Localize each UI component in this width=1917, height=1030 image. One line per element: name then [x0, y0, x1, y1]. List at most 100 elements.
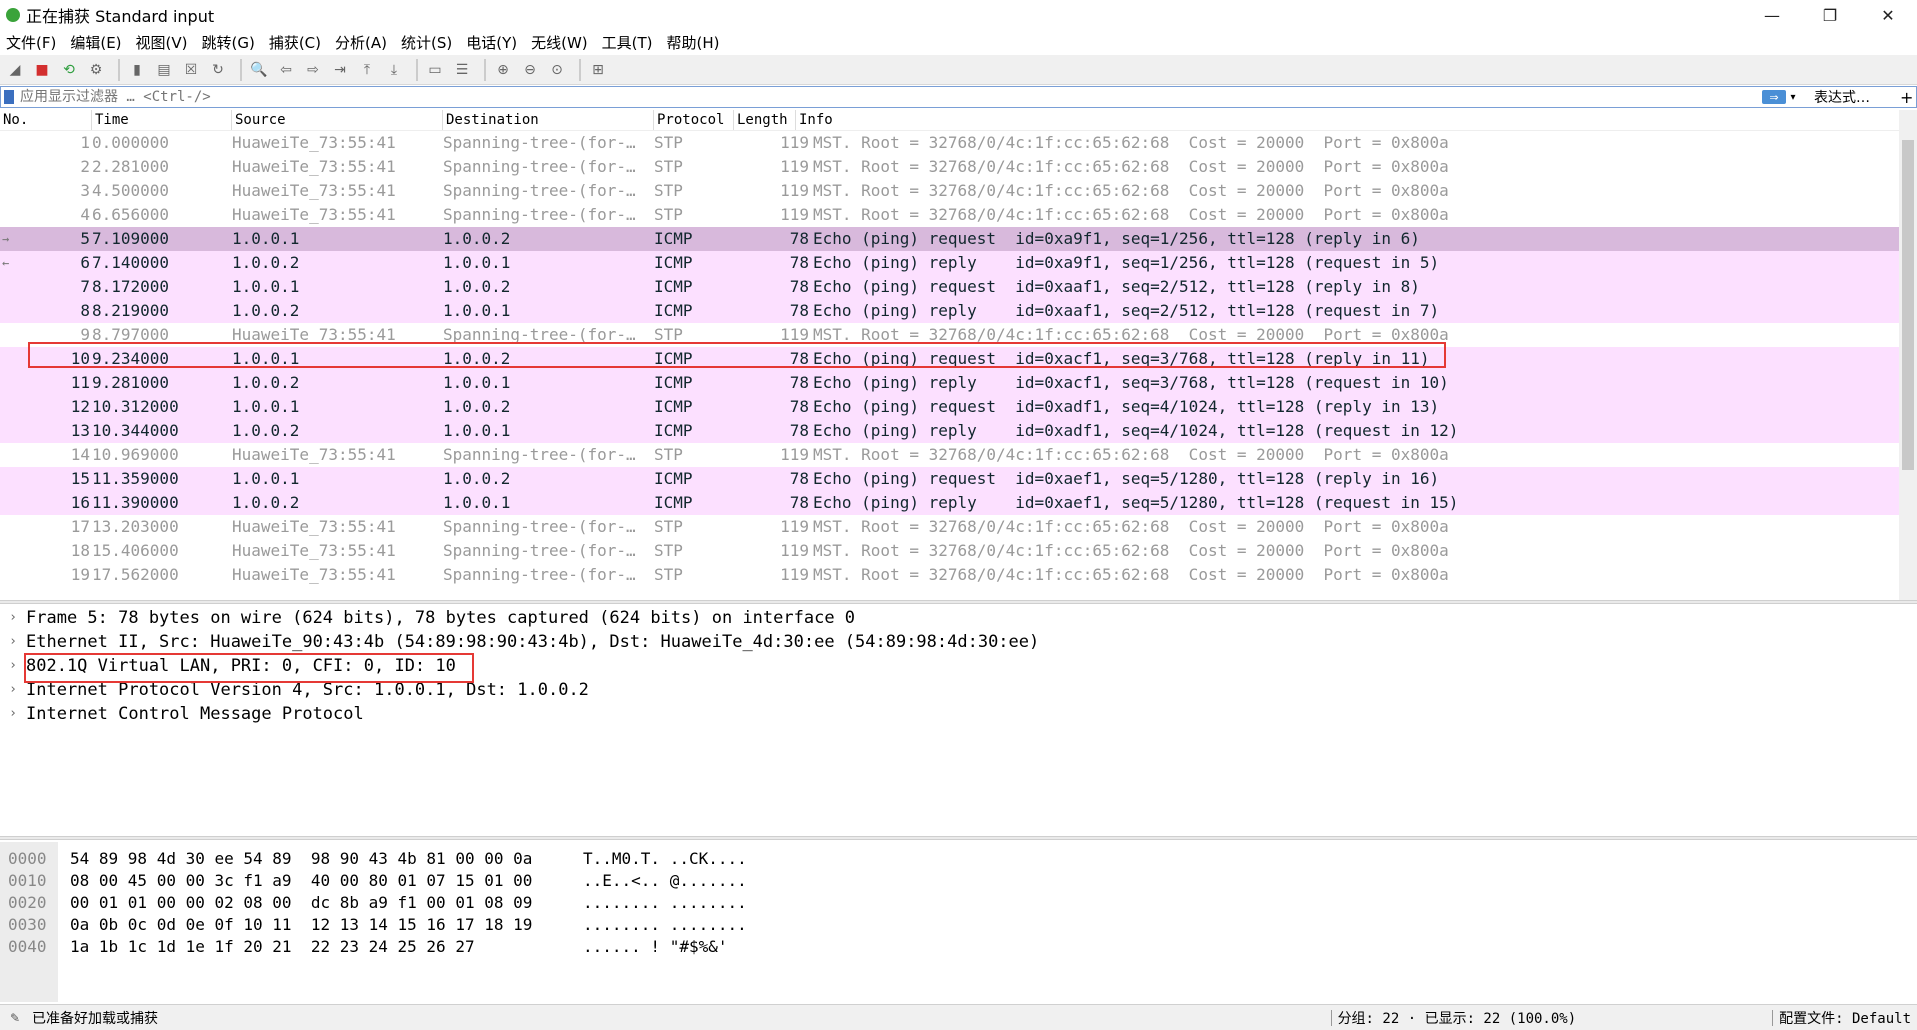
- hex-offset[interactable]: 0010: [8, 870, 47, 892]
- menu-help[interactable]: 帮助(H): [661, 32, 728, 53]
- packet-list-scrollbar[interactable]: [1899, 110, 1917, 600]
- packet-number: 8: [80, 301, 90, 320]
- hex-offset[interactable]: 0040: [8, 936, 47, 958]
- hex-ascii[interactable]: T..M0.T. ..CK....: [583, 848, 747, 870]
- status-bar: ✎ 已准备好加载或捕获 分组: 22 · 已显示: 22 (100.0%) 配置…: [0, 1004, 1917, 1030]
- expand-chevron-icon[interactable]: ›: [0, 606, 26, 630]
- hex-bytes[interactable]: 08 00 45 00 00 3c f1 a9 40 00 80 01 07 1…: [70, 870, 532, 892]
- pane-splitter[interactable]: [0, 600, 1917, 604]
- scrollbar-thumb[interactable]: [1902, 140, 1914, 470]
- expand-chevron-icon[interactable]: ›: [0, 702, 26, 726]
- close-button[interactable]: ✕: [1859, 0, 1917, 30]
- save-file-icon[interactable]: ▤: [153, 59, 175, 81]
- packet-row[interactable]: 7 8.172000 1.0.0.1 1.0.0.2 ICMP 78 Echo (ping)…: [0, 275, 1917, 299]
- detail-tree-item[interactable]: › 802.1Q Virtual LAN, PRI: 0, CFI: 0, ID:…: [0, 654, 1917, 678]
- hex-bytes[interactable]: 00 01 01 00 00 02 08 00 dc 8b a9 f1 00 0…: [70, 892, 532, 914]
- filter-history-dropdown[interactable]: ▾: [1786, 92, 1800, 103]
- display-filter-input[interactable]: [18, 87, 1762, 107]
- column-time[interactable]: Time: [92, 110, 232, 130]
- column-source[interactable]: Source: [232, 110, 443, 130]
- packet-row[interactable]: 2 2.281000 HuaweiTe_73:55:41 Spanning-tree-…: [0, 155, 1917, 179]
- pane-splitter-bytes[interactable]: [0, 836, 1917, 840]
- packet-row[interactable]: 1 0.000000 HuaweiTe_73:55:41 Spanning-tree-…: [0, 131, 1917, 155]
- resize-columns-icon[interactable]: ⊞: [587, 59, 609, 81]
- packet-row[interactable]: 8 8.219000 1.0.0.2 1.0.0.1 ICMP 78 Echo (ping)…: [0, 299, 1917, 323]
- expand-chevron-icon[interactable]: ›: [0, 654, 26, 678]
- packet-row[interactable]: 14 10.969000 HuaweiTe_73:55:41 Spanning-tre…: [0, 443, 1917, 467]
- expression-button[interactable]: 表达式…: [1814, 87, 1870, 107]
- menu-statistics[interactable]: 统计(S): [395, 32, 460, 53]
- column-destination[interactable]: Destination: [443, 110, 654, 130]
- menu-capture[interactable]: 捕获(C): [263, 32, 329, 53]
- menu-tools[interactable]: 工具(T): [596, 32, 661, 53]
- menu-view[interactable]: 视图(V): [130, 32, 196, 53]
- menu-telephony[interactable]: 电话(Y): [460, 32, 525, 53]
- hex-bytes[interactable]: 0a 0b 0c 0d 0e 0f 10 11 12 13 14 15 16 1…: [70, 914, 532, 936]
- restart-capture-icon[interactable]: ⟲: [58, 59, 80, 81]
- hex-ascii[interactable]: ...... ! "#$%&': [583, 936, 728, 958]
- packet-protocol: STP: [654, 325, 683, 344]
- stop-capture-icon[interactable]: ■: [31, 59, 53, 81]
- menu-edit[interactable]: 编辑(E): [64, 32, 129, 53]
- packet-row[interactable]: → 5 7.109000 1.0.0.1 1.0.0.2 ICMP 78 Echo (ping…: [0, 227, 1917, 251]
- zoom-normal-icon[interactable]: ⊙: [546, 59, 568, 81]
- hex-bytes[interactable]: 54 89 98 4d 30 ee 54 89 98 90 43 4b 81 0…: [70, 848, 532, 870]
- add-filter-button[interactable]: +: [1900, 88, 1913, 107]
- go-back-icon[interactable]: ⇦: [275, 59, 297, 81]
- hex-offset[interactable]: 0020: [8, 892, 47, 914]
- menu-analyze[interactable]: 分析(A): [329, 32, 395, 53]
- column-info[interactable]: Info: [796, 110, 1917, 130]
- column-no[interactable]: No.: [0, 110, 92, 130]
- expert-info-icon[interactable]: ✎: [10, 1011, 24, 1025]
- maximize-button[interactable]: ❐: [1801, 0, 1859, 30]
- find-packet-icon[interactable]: 🔍: [248, 59, 270, 81]
- packet-row[interactable]: 15 11.359000 1.0.0.1 1.0.0.2 ICMP 78 Echo (pin…: [0, 467, 1917, 491]
- shark-fin-start-icon[interactable]: ◢: [4, 59, 26, 81]
- reload-icon[interactable]: ↻: [207, 59, 229, 81]
- expand-chevron-icon[interactable]: ›: [0, 678, 26, 702]
- go-to-packet-icon[interactable]: ⇥: [329, 59, 351, 81]
- packet-row[interactable]: 12 10.312000 1.0.0.1 1.0.0.2 ICMP 78 Echo (pin…: [0, 395, 1917, 419]
- zoom-in-icon[interactable]: ⊕: [492, 59, 514, 81]
- capture-options-icon[interactable]: ⚙: [85, 59, 107, 81]
- packet-row[interactable]: 10 9.234000 1.0.0.1 1.0.0.2 ICMP 78 Echo (ping…: [0, 347, 1917, 371]
- minimize-button[interactable]: —: [1743, 0, 1801, 30]
- detail-tree-item[interactable]: › Internet Control Message Protocol: [0, 702, 1917, 726]
- packet-row[interactable]: 4 6.656000 HuaweiTe_73:55:41 Spanning-tree-…: [0, 203, 1917, 227]
- go-forward-icon[interactable]: ⇨: [302, 59, 324, 81]
- packet-row[interactable]: 17 13.203000 HuaweiTe_73:55:41 Spanning-tre…: [0, 515, 1917, 539]
- packet-row[interactable]: 11 9.281000 1.0.0.2 1.0.0.1 ICMP 78 Echo (ping…: [0, 371, 1917, 395]
- packet-row[interactable]: 9 8.797000 HuaweiTe_73:55:41 Spanning-tree-…: [0, 323, 1917, 347]
- menu-wireless[interactable]: 无线(W): [525, 32, 596, 53]
- apply-filter-button[interactable]: ⇒: [1762, 90, 1786, 104]
- close-file-icon[interactable]: ☒: [180, 59, 202, 81]
- packet-row[interactable]: ← 6 7.140000 1.0.0.2 1.0.0.1 ICMP 78 Echo (ping…: [0, 251, 1917, 275]
- profile-label[interactable]: 配置文件: Default: [1779, 1008, 1911, 1028]
- packet-row[interactable]: 16 11.390000 1.0.0.2 1.0.0.1 ICMP 78 Echo (pin…: [0, 491, 1917, 515]
- hex-offset[interactable]: 0000: [8, 848, 47, 870]
- menu-file[interactable]: 文件(F): [0, 32, 64, 53]
- hex-ascii[interactable]: ..E..<.. @.......: [583, 870, 747, 892]
- column-protocol[interactable]: Protocol: [654, 110, 734, 130]
- packet-row[interactable]: 18 15.406000 HuaweiTe_73:55:41 Spanning-tre…: [0, 539, 1917, 563]
- hex-offset[interactable]: 0030: [8, 914, 47, 936]
- packet-row[interactable]: 3 4.500000 HuaweiTe_73:55:41 Spanning-tree-…: [0, 179, 1917, 203]
- zoom-out-icon[interactable]: ⊖: [519, 59, 541, 81]
- open-file-icon[interactable]: ▮: [126, 59, 148, 81]
- auto-scroll-icon[interactable]: ▭: [424, 59, 446, 81]
- column-length[interactable]: Length: [734, 110, 796, 130]
- detail-tree-item[interactable]: › Internet Protocol Version 4, Src: 1.0.0…: [0, 678, 1917, 702]
- hex-bytes[interactable]: 1a 1b 1c 1d 1e 1f 20 21 22 23 24 25 26 2…: [70, 936, 475, 958]
- hex-ascii[interactable]: ........ ........: [583, 892, 747, 914]
- packet-row[interactable]: 19 17.562000 HuaweiTe_73:55:41 Spanning-tre…: [0, 563, 1917, 587]
- go-first-icon[interactable]: ⤒: [356, 59, 378, 81]
- colorize-icon[interactable]: ☰: [451, 59, 473, 81]
- detail-tree-item[interactable]: › Frame 5: 78 bytes on wire (624 bits), 7…: [0, 606, 1917, 630]
- menu-go[interactable]: 跳转(G): [196, 32, 263, 53]
- expand-chevron-icon[interactable]: ›: [0, 630, 26, 654]
- packet-row[interactable]: 13 10.344000 1.0.0.2 1.0.0.1 ICMP 78 Echo (pin…: [0, 419, 1917, 443]
- hex-ascii[interactable]: ........ ........: [583, 914, 747, 936]
- bookmark-icon[interactable]: [4, 90, 14, 104]
- detail-tree-item[interactable]: › Ethernet II, Src: HuaweiTe_90:43:4b (54…: [0, 630, 1917, 654]
- go-last-icon[interactable]: ⤓: [383, 59, 405, 81]
